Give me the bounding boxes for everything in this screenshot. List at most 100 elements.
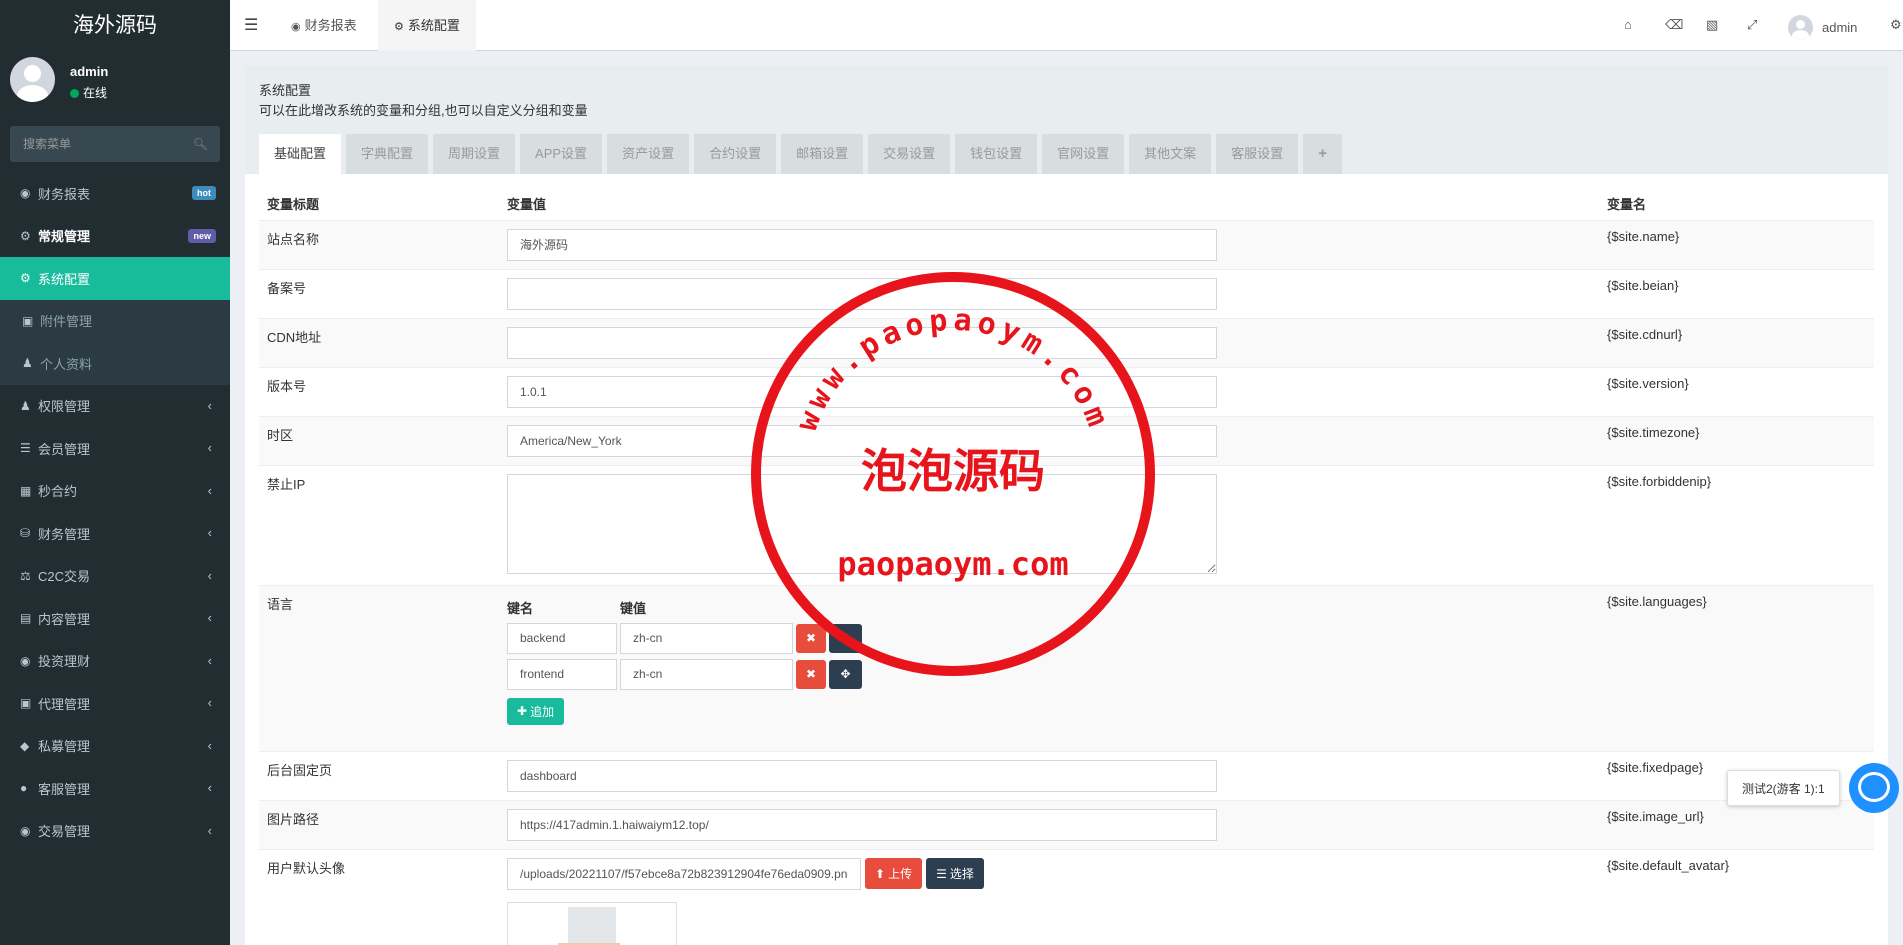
new-badge: new <box>188 228 216 243</box>
row-title: 语言 <box>259 584 499 751</box>
sidebar-item-trading[interactable]: ◉ 交易管理 ‹ <box>0 810 230 853</box>
tab-other-copy[interactable]: 其他文案 <box>1129 134 1212 174</box>
sidebar-item-attachments[interactable]: ▣ 附件管理 <box>0 299 230 342</box>
tab-email[interactable]: 邮箱设置 <box>781 134 864 174</box>
tab-basic[interactable]: 基础配置 <box>259 134 342 174</box>
remove-row-button[interactable]: ✖ <box>796 623 826 653</box>
tab-wallet[interactable]: 钱包设置 <box>955 134 1038 174</box>
language-icon[interactable]: ▧ <box>1706 17 1718 33</box>
sidebar-item-private-fund[interactable]: ◆ 私募管理 ‹ <box>0 725 230 768</box>
kv-value-input[interactable] <box>620 658 793 690</box>
sidebar-item-finance-report[interactable]: ◉ 财务报表 hot <box>0 172 230 215</box>
row-title: 图片路径 <box>259 799 499 849</box>
sidebar-item-investment[interactable]: ◉ 投资理财 ‹ <box>0 640 230 683</box>
upload-button[interactable]: ⬆ 上传 <box>865 858 923 889</box>
header-user[interactable]: admin <box>1788 14 1857 40</box>
row-title: CDN地址 <box>259 317 499 367</box>
sidebar-item-agents[interactable]: ▣ 代理管理 ‹ <box>0 682 230 725</box>
fullscreen-icon[interactable]: ⤢ <box>1747 17 1757 33</box>
kv-row: ✖ ✥ <box>507 658 1591 690</box>
logo[interactable]: 海外源码 <box>0 0 230 51</box>
default-avatar-input[interactable] <box>507 857 861 890</box>
select-button[interactable]: ☰ 选择 <box>926 858 984 889</box>
add-group-button[interactable]: + <box>1303 134 1342 174</box>
page-subtitle: 可以在此增改系统的变量和分组,也可以自定义分组和变量 <box>259 103 588 118</box>
cdn-input[interactable] <box>507 326 1217 359</box>
sidebar-item-seconds-contract[interactable]: ▦ 秒合约 ‹ <box>0 470 230 513</box>
cogs-icon: ⚙ <box>20 228 31 243</box>
chat-notification[interactable]: 测试2(游客 1):1 <box>1727 770 1840 806</box>
trash-icon[interactable]: ⌫ <box>1665 17 1683 33</box>
beian-input[interactable] <box>507 277 1217 310</box>
table-row: 后台固定页 {$site.fixedpage} <box>259 750 1874 800</box>
header-user-name: admin <box>1822 19 1858 35</box>
file-image-icon: ▣ <box>22 313 34 328</box>
chat-launcher-button[interactable] <box>1849 763 1899 813</box>
table-row: 禁止IP {$site.forbiddenip} <box>259 464 1874 585</box>
tab-app[interactable]: APP设置 <box>520 134 603 174</box>
balance-scale-icon: ⚖ <box>20 568 31 583</box>
sidebar-item-finance[interactable]: ⛁ 财务管理 ‹ <box>0 512 230 555</box>
search-input[interactable] <box>10 126 190 162</box>
search-icon[interactable]: 🔍︎ <box>193 137 208 151</box>
sidebar-item-c2c[interactable]: ⚖ C2C交易 ‹ <box>0 555 230 598</box>
col-header-title: 变量标题 <box>259 188 499 221</box>
version-input[interactable] <box>507 375 1217 408</box>
gear-icon[interactable]: ⚙ <box>1890 17 1902 33</box>
sidebar-item-label: 交易管理 <box>38 824 91 840</box>
user-icon: ♟ <box>22 356 33 371</box>
hot-badge: hot <box>192 186 216 200</box>
inbox-icon: ▤ <box>20 611 32 626</box>
sidebar-item-general[interactable]: ⚙ 常规管理 new <box>0 215 230 258</box>
sidebar-item-label: 内容管理 <box>38 611 91 627</box>
tab-finance-report[interactable]: ◉ 财务报表 <box>275 0 373 51</box>
kv-key-header: 键名 <box>507 600 534 616</box>
sidebar-item-profile[interactable]: ♟ 个人资料 <box>0 342 230 385</box>
gear-icon: ⚙ <box>20 271 31 286</box>
tab-assets[interactable]: 资产设置 <box>607 134 690 174</box>
tab-contract[interactable]: 合约设置 <box>694 134 777 174</box>
tab-system-config[interactable]: ⚙ 系统配置 <box>378 0 476 51</box>
sidebar-item-permissions[interactable]: ♟ 权限管理 ‹ <box>0 385 230 428</box>
kv-key-input[interactable] <box>507 658 617 690</box>
drag-handle-button[interactable]: ✥ <box>829 659 862 689</box>
site-name-input[interactable] <box>507 228 1217 261</box>
eye-icon: ◉ <box>20 823 31 838</box>
tab-dictionary[interactable]: 字典配置 <box>346 134 429 174</box>
add-row-button[interactable]: ✚ 追加 <box>507 697 565 725</box>
menu-toggle-icon[interactable]: ☰ <box>244 15 258 35</box>
dashboard-icon: ◉ <box>20 186 31 201</box>
home-icon[interactable]: ⌂ <box>1624 17 1632 32</box>
sidebar-item-content[interactable]: ▤ 内容管理 ‹ <box>0 597 230 640</box>
image-url-input[interactable] <box>507 808 1217 841</box>
remove-row-button[interactable]: ✖ <box>796 659 826 689</box>
tab-period[interactable]: 周期设置 <box>433 134 516 174</box>
sidebar-item-label: 财务报表 <box>38 186 91 202</box>
table-row: 语言 键名 键值 ✖ ✥ ✖ <box>259 584 1874 751</box>
sidebar-item-system-config[interactable]: ⚙ 系统配置 <box>0 257 230 300</box>
tab-trade[interactable]: 交易设置 <box>868 134 951 174</box>
tab-customer-service[interactable]: 客服设置 <box>1216 134 1299 174</box>
close-icon: ✖ <box>805 667 817 681</box>
forbiddenip-textarea[interactable] <box>507 473 1217 574</box>
upload-label: 上传 <box>888 867 913 881</box>
timezone-input[interactable] <box>507 424 1217 457</box>
fixedpage-input[interactable] <box>507 759 1217 792</box>
sidebar-item-members[interactable]: ☰ 会员管理 ‹ <box>0 427 230 470</box>
tab-website[interactable]: 官网设置 <box>1042 134 1125 174</box>
sidebar-item-label: 投资理财 <box>38 654 91 670</box>
kv-key-input[interactable] <box>507 622 617 654</box>
chevron-left-icon: ‹ <box>207 525 212 540</box>
drag-handle-button[interactable]: ✥ <box>829 623 862 653</box>
chat-bubble-icon <box>1858 772 1890 802</box>
sidebar-item-label: C2C交易 <box>38 569 91 585</box>
diamond-icon: ◆ <box>20 738 30 753</box>
menu-search: 🔍︎ <box>10 126 220 162</box>
chevron-left-icon: ‹ <box>207 822 212 838</box>
chevron-left-icon: ‹ <box>207 610 212 625</box>
avatar-preview[interactable] <box>507 901 677 945</box>
chevron-left-icon: ‹ <box>207 737 212 753</box>
sidebar-item-customer-service[interactable]: ● 客服管理 ‹ <box>0 767 230 810</box>
sidebar-item-label: 系统配置 <box>38 271 91 287</box>
kv-value-input[interactable] <box>620 622 793 654</box>
